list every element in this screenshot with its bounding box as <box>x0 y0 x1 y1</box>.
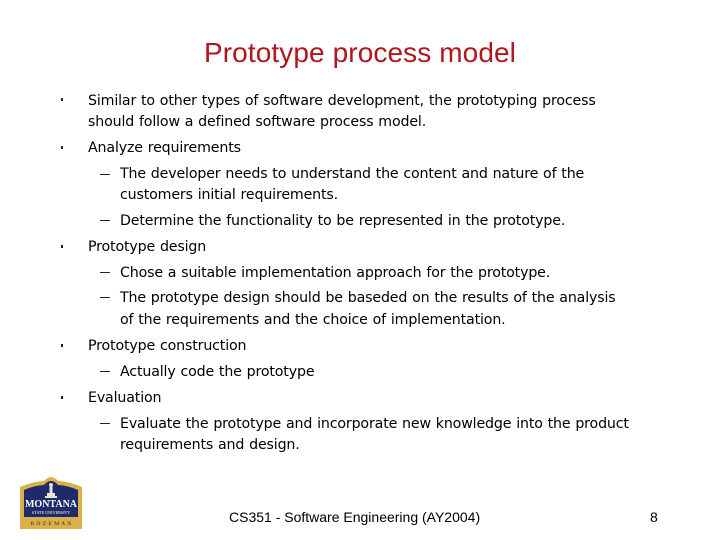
subitem-text: Evaluate the prototype and incorporate n… <box>120 416 629 432</box>
subitem-text: of the requirements and the choice of im… <box>120 312 506 328</box>
subitem-text: Actually code the prototype <box>120 364 315 380</box>
bullet-icon <box>61 245 63 248</box>
dash-icon <box>100 174 110 176</box>
subitem-text: requirements and design. <box>120 437 300 453</box>
bullet-text: Evaluation <box>88 390 162 406</box>
bullet-text: should follow a defined software process… <box>88 114 427 130</box>
bullet-icon <box>61 396 63 399</box>
bullet-icon <box>61 146 63 149</box>
bullet-text: Prototype design <box>88 239 207 255</box>
dash-icon <box>100 371 110 373</box>
bullet-text: Similar to other types of software devel… <box>88 93 596 109</box>
dash-icon <box>100 423 110 425</box>
logo-text-bozeman: B O Z E M A N <box>30 521 71 527</box>
subitem-text: Chose a suitable implementation approach… <box>120 265 551 281</box>
bullet-icon <box>61 98 63 101</box>
logo-text-montana: MONTANA <box>25 499 78 510</box>
subitem-text: Determine the functionality to be repres… <box>120 213 566 229</box>
slide-content: Similar to other types of software devel… <box>0 0 720 470</box>
logo-text-state-university: STATE UNIVERSITY <box>32 510 70 515</box>
dash-icon <box>100 272 110 274</box>
subitem-text: The developer needs to understand the co… <box>120 166 585 182</box>
bullet-icon <box>61 344 63 347</box>
subitem-text: customers initial requirements. <box>120 187 339 203</box>
dash-icon <box>100 297 110 299</box>
dash-icon <box>100 220 110 222</box>
page-number: 8 <box>650 509 658 525</box>
bullet-text: Analyze requirements <box>88 140 241 156</box>
bullet-text: Prototype construction <box>88 338 247 354</box>
subitem-text: The prototype design should be baseded o… <box>120 290 616 306</box>
university-logo: MONTANA STATE UNIVERSITY B O Z E M A N <box>20 477 82 529</box>
footer-course-title: CS351 - Software Engineering (AY2004) <box>229 509 481 525</box>
